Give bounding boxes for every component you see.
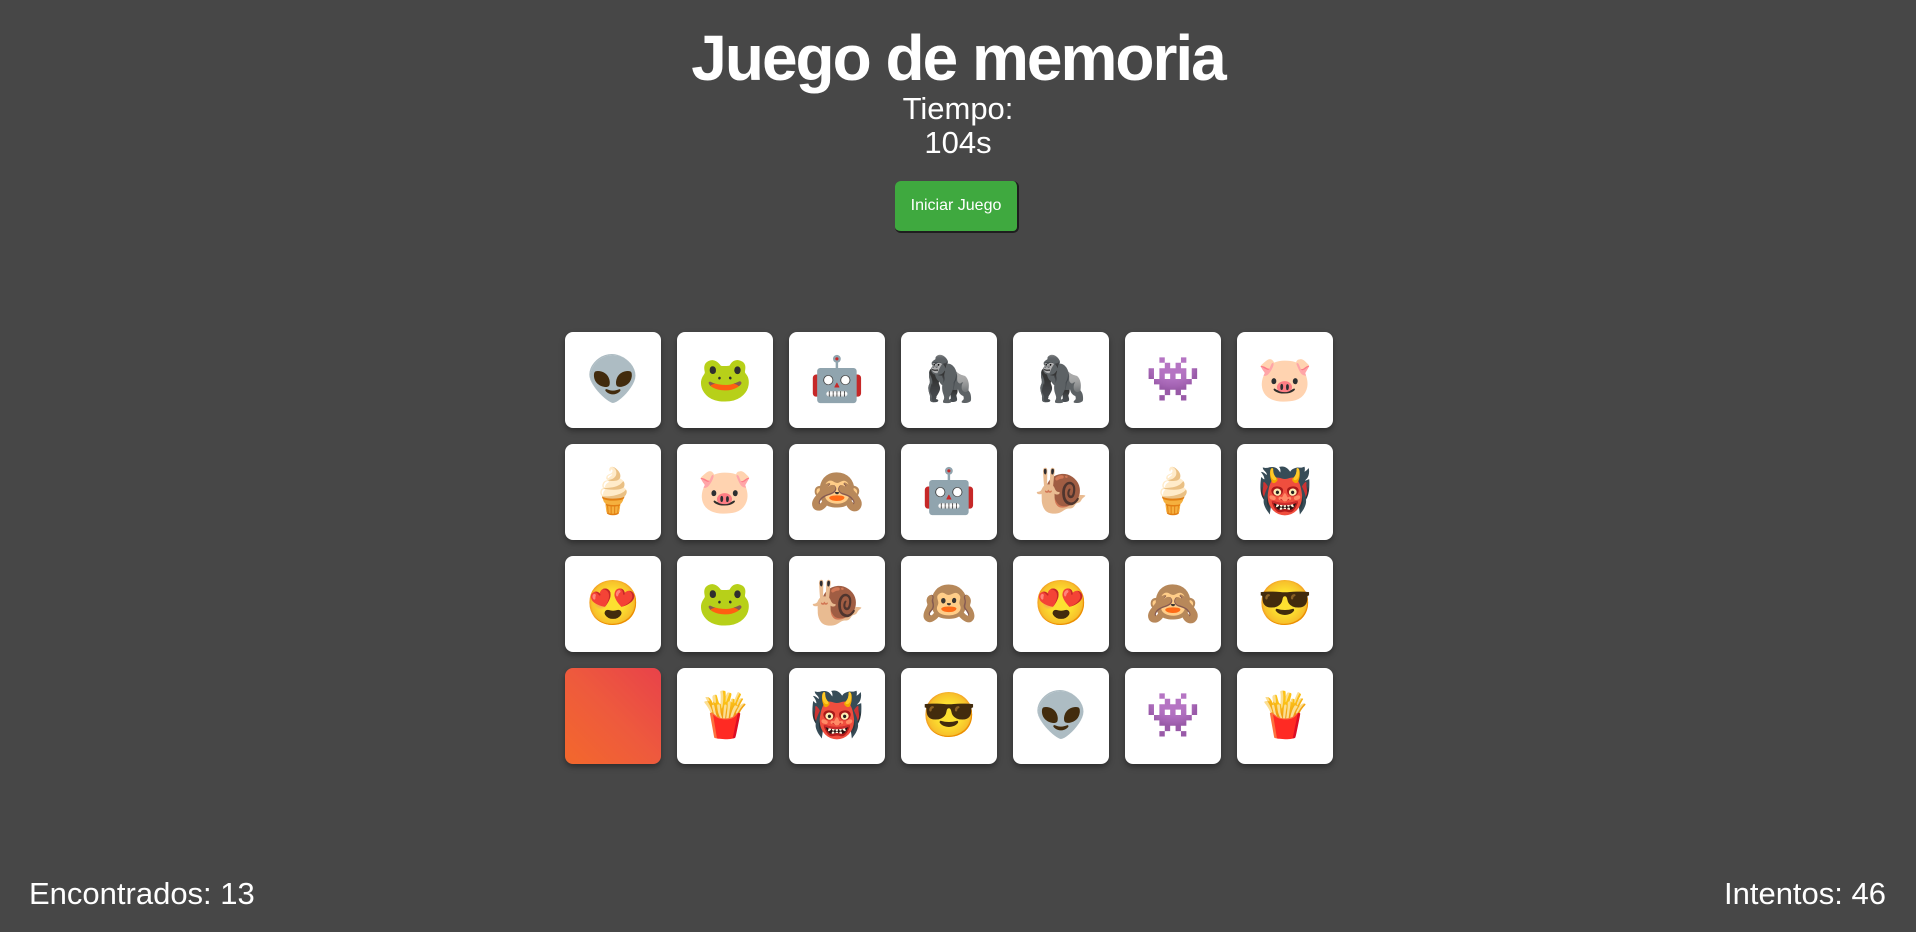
frog-icon: 🐸	[697, 579, 753, 628]
memory-card[interactable]: 👾	[1125, 668, 1221, 764]
timer-label: Tiempo:	[902, 91, 1014, 126]
memory-card-face-down[interactable]	[565, 668, 661, 764]
memory-card[interactable]: 👽	[1013, 668, 1109, 764]
ice-cream-icon: 🍦	[585, 467, 641, 516]
memory-card[interactable]: 😎	[1237, 556, 1333, 652]
memory-card[interactable]: 👽	[565, 332, 661, 428]
gorilla-icon: 🦍	[921, 355, 977, 404]
memory-card[interactable]: 🙈	[1125, 556, 1221, 652]
memory-card[interactable]: 👹	[1237, 444, 1333, 540]
game-title: Juego de memoria	[691, 22, 1227, 94]
memory-card[interactable]: 🙈	[789, 444, 885, 540]
memory-card[interactable]: 🐌	[789, 556, 885, 652]
memory-card[interactable]: 🐌	[1013, 444, 1109, 540]
timer-value: 104s	[924, 125, 992, 160]
found-counter: Encontrados: 13	[29, 876, 255, 911]
alien-icon: 👽	[1033, 691, 1089, 740]
gorilla-icon: 🦍	[1033, 355, 1089, 404]
french-fries-icon: 🍟	[697, 691, 753, 740]
sunglasses-face-icon: 😎	[921, 691, 977, 740]
alien-icon: 👽	[585, 355, 641, 404]
memory-card[interactable]: 🦍	[1013, 332, 1109, 428]
see-no-evil-monkey-icon: 🙈	[1145, 579, 1201, 628]
memory-card[interactable]: 🤖	[789, 332, 885, 428]
space-invader-icon: 👾	[1145, 691, 1201, 740]
heart-eyes-face-icon: 😍	[585, 579, 641, 628]
space-invader-icon: 👾	[1145, 355, 1201, 404]
memory-card[interactable]: 🙉	[901, 556, 997, 652]
hear-no-evil-monkey-icon: 🙉	[921, 579, 977, 628]
memory-card[interactable]: 🍦	[1125, 444, 1221, 540]
sunglasses-face-icon: 😎	[1257, 579, 1313, 628]
attempts-counter: Intentos: 46	[1723, 876, 1886, 911]
memory-card[interactable]: 🤖	[901, 444, 997, 540]
start-game-button[interactable]: Iniciar Juego	[895, 181, 1019, 233]
timer: Tiempo: 104s	[0, 92, 1916, 160]
monster-icon: 👹	[1257, 467, 1313, 516]
frog-icon: 🐸	[697, 355, 753, 404]
pig-icon: 🐷	[697, 467, 753, 516]
french-fries-icon: 🍟	[1257, 691, 1313, 740]
memory-card[interactable]: 😍	[565, 556, 661, 652]
memory-card[interactable]: 🐸	[677, 556, 773, 652]
memory-card[interactable]: 😎	[901, 668, 997, 764]
memory-card[interactable]: 🐸	[677, 332, 773, 428]
memory-card[interactable]: 🍟	[1237, 668, 1333, 764]
heart-eyes-face-icon: 😍	[1033, 579, 1089, 628]
monster-icon: 👹	[809, 691, 865, 740]
memory-card[interactable]: 😍	[1013, 556, 1109, 652]
memory-card[interactable]: 🍦	[565, 444, 661, 540]
memory-card[interactable]: 🐷	[677, 444, 773, 540]
snail-icon: 🐌	[809, 579, 865, 628]
robot-icon: 🤖	[809, 355, 865, 404]
memory-card[interactable]: 👾	[1125, 332, 1221, 428]
card-board: 👽 🐸 🤖 🦍 🦍 👾 🐷 🍦 🐷 🙈 🤖 🐌 🍦 👹 😍 🐸 🐌 🙉 😍 🙈 😎 🍟 👹 😎 👽 👾 🍟	[565, 332, 1333, 764]
pig-icon: 🐷	[1257, 355, 1313, 404]
memory-card[interactable]: 🐷	[1237, 332, 1333, 428]
see-no-evil-monkey-icon: 🙈	[809, 467, 865, 516]
snail-icon: 🐌	[1033, 467, 1089, 516]
memory-card[interactable]: 👹	[789, 668, 885, 764]
robot-icon: 🤖	[921, 467, 977, 516]
ice-cream-icon: 🍦	[1145, 467, 1201, 516]
memory-card[interactable]: 🍟	[677, 668, 773, 764]
memory-card[interactable]: 🦍	[901, 332, 997, 428]
